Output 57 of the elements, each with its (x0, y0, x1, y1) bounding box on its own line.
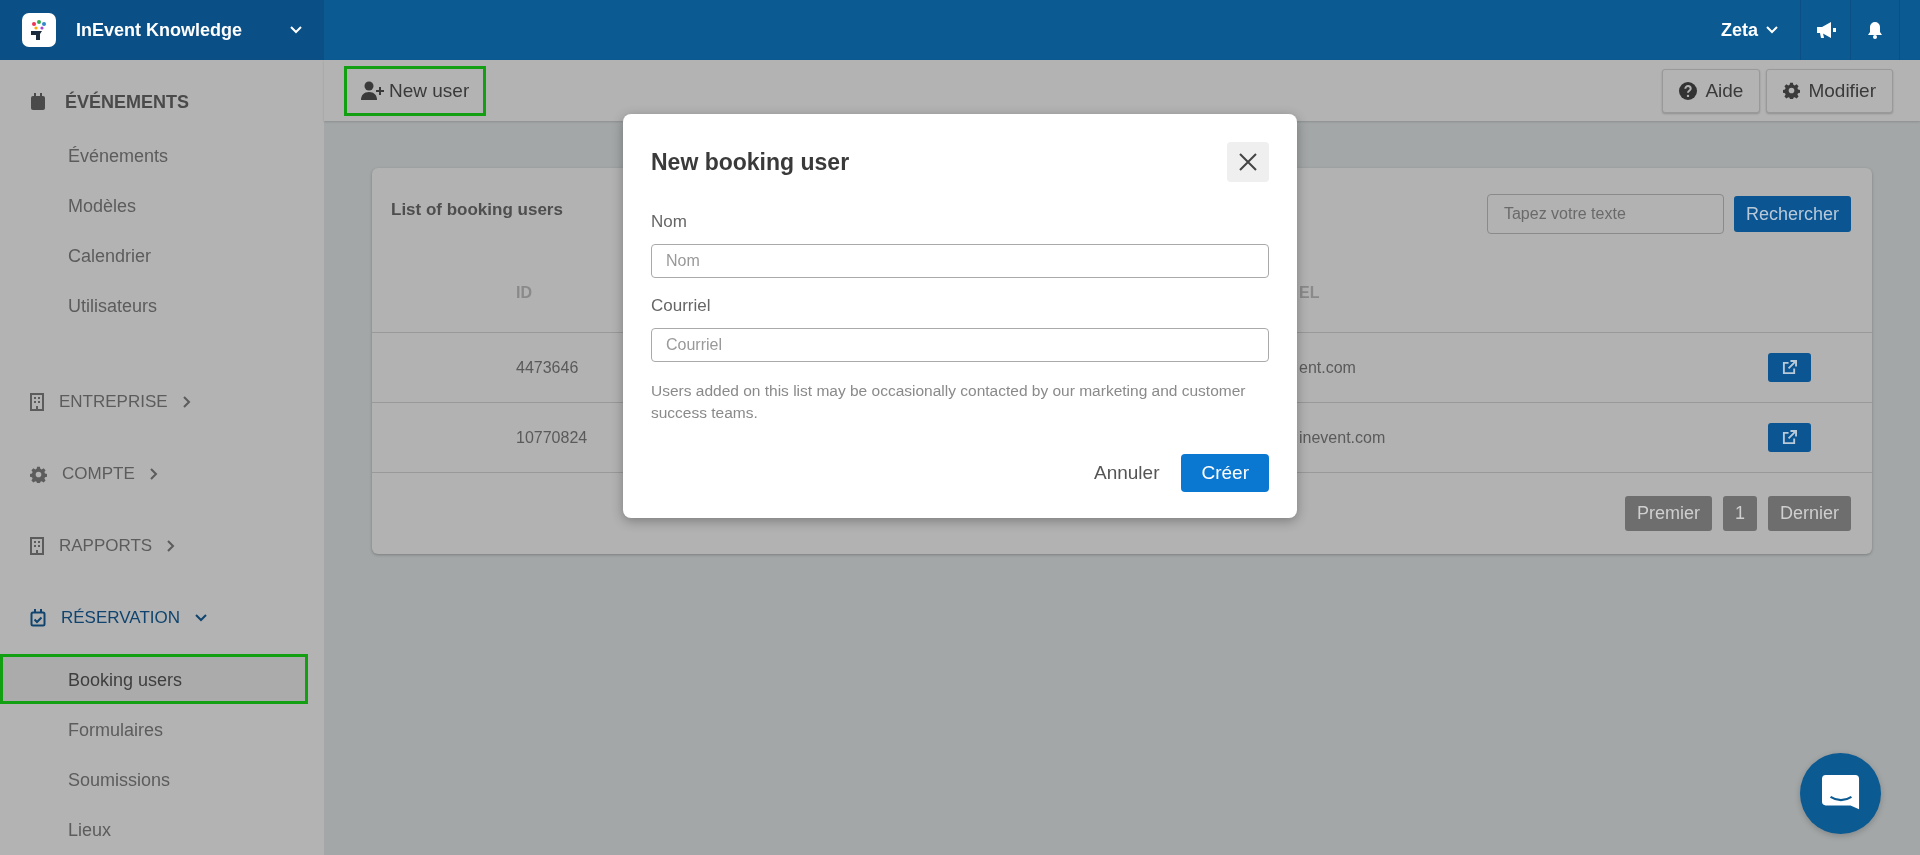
cancel-button[interactable]: Annuler (1094, 462, 1160, 484)
field-label: Courriel (651, 296, 712, 316)
section-toggle[interactable]: RAPPORTS (0, 510, 324, 582)
sidebar-item[interactable]: Événements (0, 130, 308, 180)
create-button[interactable]: Créer (1181, 454, 1269, 492)
close-button[interactable] (1227, 142, 1269, 182)
input-field[interactable]: Nom (651, 244, 1269, 278)
table-cell: ent.com (1299, 358, 1356, 377)
edit-button[interactable] (1767, 353, 1811, 382)
section-toggle[interactable]: COMPTE (0, 438, 324, 510)
chevron-down-icon (195, 614, 208, 622)
chevron-right-icon (167, 540, 176, 552)
help-icon (1679, 81, 1698, 100)
chevron-right-icon (182, 396, 191, 408)
sidebar-item[interactable]: Lieux (0, 804, 308, 854)
user-menu[interactable]: Zeta (1721, 0, 1800, 60)
table-cell: 4473646 (516, 358, 579, 377)
megaphone-icon (1814, 21, 1837, 39)
sidebar-item[interactable]: Calendrier (0, 230, 308, 280)
external-link-icon (1781, 360, 1797, 375)
calendar-check-icon (30, 609, 46, 627)
external-link-icon (1781, 430, 1797, 445)
gear-icon (1783, 82, 1801, 99)
section-toggle[interactable]: RÉSERVATION (0, 582, 324, 654)
settings-button[interactable]: Modifier (1766, 68, 1893, 113)
table-cell: inevent.com (1299, 428, 1386, 447)
chevron-down-icon (1766, 26, 1778, 34)
sidebar-item[interactable]: Utilisateurs (0, 280, 308, 330)
gear-icon (30, 465, 47, 483)
user-plus-icon (361, 80, 385, 101)
building-icon (30, 393, 44, 411)
sidebar-item[interactable]: Soumissions (0, 754, 308, 804)
note-text: Users added on this list may be occasionally contacted by our marketing and customer success teams. (651, 381, 1247, 423)
search-field[interactable]: Tapez votre texte (1486, 194, 1724, 234)
bell-icon (1867, 21, 1883, 39)
field-label: Nom (651, 212, 688, 232)
help-button[interactable]: Aide (1662, 68, 1761, 113)
edit-button[interactable] (1767, 423, 1811, 452)
chevron-right-icon (149, 468, 158, 480)
input-field[interactable]: Courriel (651, 328, 1269, 362)
new-user-button[interactable]: New user (347, 68, 484, 113)
sidebar-item[interactable]: Formulaires (0, 704, 308, 754)
workspace-name: InEvent Knowledge (76, 19, 244, 41)
dialog-title: New booking user (651, 148, 850, 176)
building-icon (30, 537, 44, 555)
sidebar-item[interactable]: Booking users (0, 654, 308, 704)
close-icon (1238, 152, 1258, 172)
sidebar-item[interactable]: Modèles (0, 180, 308, 230)
card-title: List of booking users (391, 200, 564, 220)
app-logo[interactable] (22, 13, 56, 47)
chat-launcher[interactable] (1800, 753, 1881, 834)
section-toggle[interactable]: ENTREPRISE (0, 366, 324, 438)
table-cell: 10770824 (516, 428, 588, 447)
search-button[interactable]: Rechercher (1733, 196, 1851, 232)
calendar-icon (30, 93, 46, 111)
section-heading[interactable]: ÉVÉNEMENTS (0, 74, 324, 130)
chevron-down-icon (290, 26, 302, 34)
